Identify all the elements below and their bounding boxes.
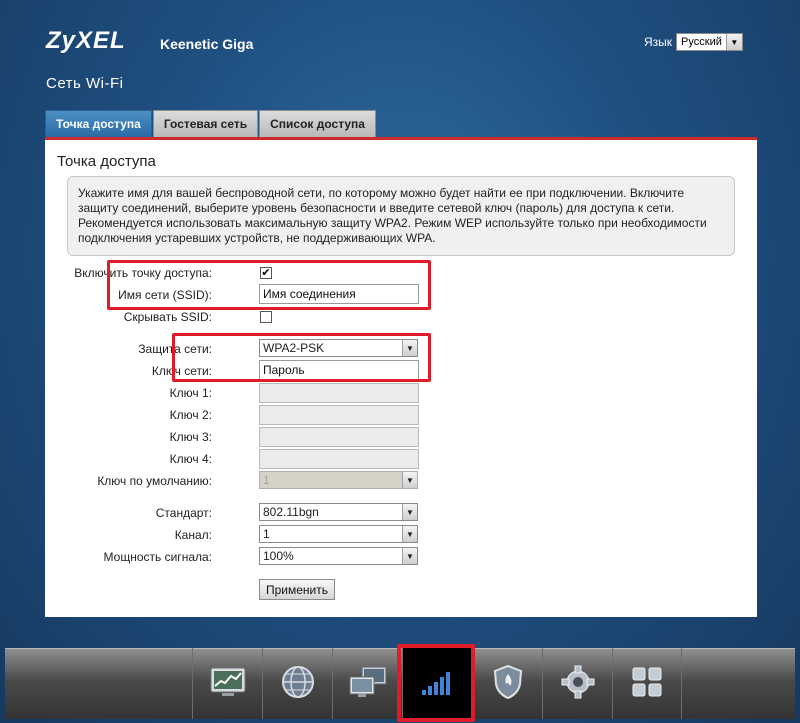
default-key-value: 1: [263, 473, 270, 487]
gear-icon: [561, 665, 595, 702]
chevron-down-icon: ▼: [402, 526, 417, 542]
model-name: Keenetic Giga: [160, 36, 254, 52]
standard-value: 802.11bgn: [263, 505, 319, 519]
highlight-security-key: [172, 333, 431, 382]
hide-ssid-label: Скрывать SSID:: [123, 310, 212, 324]
nav-apps[interactable]: [612, 648, 682, 719]
key4-label: Ключ 4:: [169, 452, 212, 466]
power-label: Мощность сигнала:: [103, 550, 212, 564]
channel-value: 1: [263, 527, 270, 541]
computers-icon: [348, 665, 388, 702]
apply-button[interactable]: Применить: [259, 579, 336, 600]
nav-security[interactable]: [472, 648, 542, 719]
key3-input[interactable]: [259, 427, 419, 447]
tab-guest-network[interactable]: Гостевая сеть: [152, 110, 259, 137]
language-value: Русский: [681, 36, 722, 48]
nav-internet[interactable]: [262, 648, 332, 719]
chevron-down-icon: ▼: [402, 504, 417, 520]
channel-select[interactable]: 1 ▼: [259, 525, 418, 543]
hide-ssid-checkbox[interactable]: [260, 311, 272, 323]
language-select[interactable]: Русский ▼: [676, 33, 743, 51]
tab-bar: Точка доступа Гостевая сеть Список досту…: [45, 110, 377, 137]
nav-system[interactable]: [542, 648, 612, 719]
info-box: Укажите имя для вашей беспроводной сети,…: [67, 176, 735, 256]
apps-grid-icon: [632, 667, 662, 700]
panel-heading: Точка доступа: [57, 153, 156, 170]
key2-label: Ключ 2:: [169, 408, 212, 422]
default-key-select[interactable]: 1 ▼: [259, 471, 418, 489]
highlight-wifi-nav: [397, 644, 475, 722]
standard-select[interactable]: 802.11bgn ▼: [259, 503, 418, 521]
power-select[interactable]: 100% ▼: [259, 547, 418, 565]
shield-icon: [493, 664, 523, 703]
chevron-down-icon: ▼: [402, 472, 417, 488]
language-selector-row: Язык Русский ▼: [644, 33, 743, 51]
settings-panel: Точка доступа Укажите имя для вашей бесп…: [45, 137, 757, 617]
key1-input[interactable]: [259, 383, 419, 403]
tab-access-point[interactable]: Точка доступа: [45, 110, 152, 137]
default-key-label: Ключ по умолчанию:: [97, 474, 212, 488]
key3-label: Ключ 3:: [169, 430, 212, 444]
language-label: Язык: [644, 35, 673, 49]
key4-input[interactable]: [259, 449, 419, 469]
globe-icon: [281, 665, 315, 702]
page-title: Сеть Wi-Fi: [46, 75, 124, 92]
standard-label: Стандарт:: [155, 506, 212, 520]
chevron-down-icon: ▼: [402, 548, 417, 564]
chevron-down-icon: ▼: [725, 34, 742, 50]
chart-monitor-icon: [210, 667, 246, 700]
key1-label: Ключ 1:: [169, 386, 212, 400]
tab-access-list[interactable]: Список доступа: [259, 110, 376, 137]
nav-home-network[interactable]: [332, 648, 402, 719]
highlight-ap-ssid: [107, 260, 431, 310]
power-value: 100%: [263, 549, 294, 563]
brand-logo: ZyXEL: [46, 27, 126, 54]
key2-input[interactable]: [259, 405, 419, 425]
channel-label: Канал:: [174, 528, 212, 542]
nav-monitor[interactable]: [192, 648, 262, 719]
